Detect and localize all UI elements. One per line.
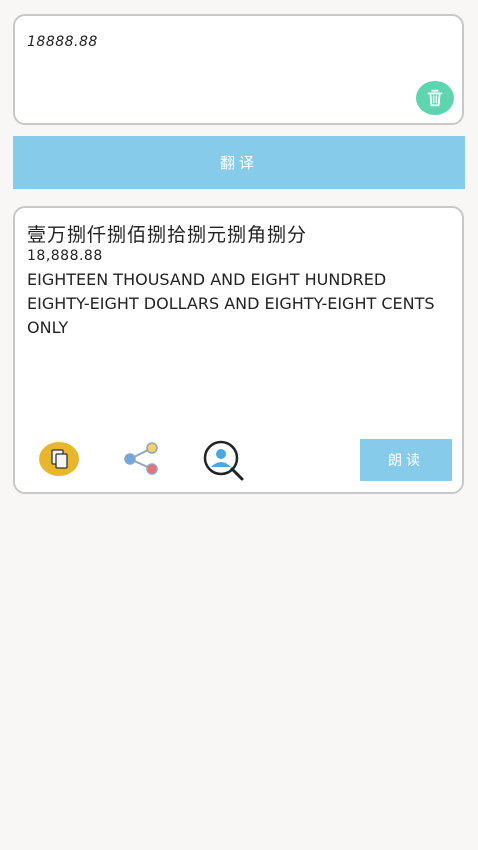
result-card: 壹万捌仟捌佰捌拾捌元捌角捌分 18,888.88 EIGHTEEN THOUSA… (13, 206, 464, 494)
search-user-button[interactable] (201, 440, 247, 482)
search-user-icon (203, 440, 244, 481)
translate-button[interactable]: 翻译 (13, 136, 465, 189)
share-button[interactable] (121, 440, 163, 478)
copy-icon (51, 449, 68, 469)
result-formatted-number: 18,888.88 (27, 248, 103, 264)
share-icon (124, 442, 158, 475)
clear-button[interactable] (416, 81, 454, 115)
read-aloud-button[interactable]: 朗读 (360, 439, 452, 481)
copy-button[interactable] (39, 442, 79, 476)
trash-icon (427, 89, 443, 107)
result-chinese-uppercase: 壹万捌仟捌佰捌拾捌元捌角捌分 (27, 224, 308, 246)
result-english-words: EIGHTEEN THOUSAND AND EIGHT HUNDRED EIGH… (27, 270, 435, 337)
amount-input-value[interactable]: 18888.88 (27, 34, 98, 50)
amount-input-card[interactable]: 18888.88 (13, 14, 464, 125)
